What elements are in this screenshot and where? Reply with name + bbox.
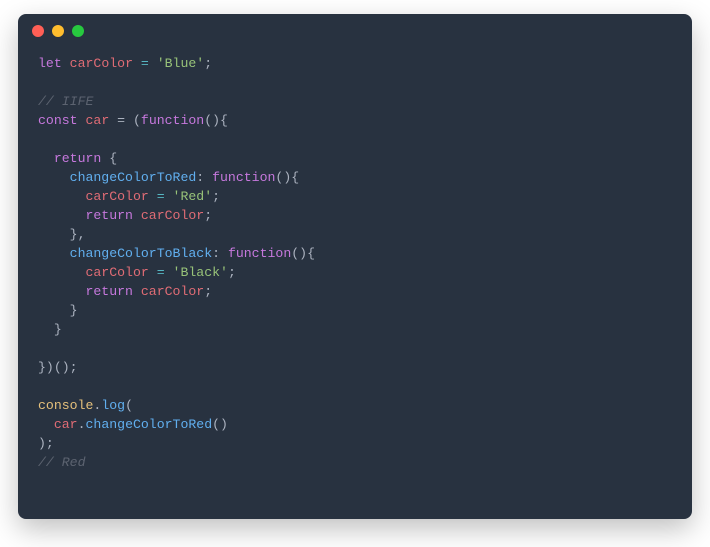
method-changeColorToRed: changeColorToRed: [70, 170, 197, 185]
comment-iife: // IIFE: [38, 94, 93, 109]
keyword-let: let: [38, 56, 62, 71]
keyword-return: return: [54, 151, 101, 166]
semicolon: ;: [228, 265, 236, 280]
punct: (){: [204, 113, 228, 128]
punct: (){: [291, 246, 315, 261]
punct: :: [212, 246, 228, 261]
punct: (: [125, 398, 133, 413]
semicolon: ;: [204, 284, 212, 299]
operator-eq: =: [133, 56, 157, 71]
keyword-function: function: [228, 246, 291, 261]
keyword-function: function: [212, 170, 275, 185]
space: [133, 284, 141, 299]
punct: (): [212, 417, 228, 432]
code-block: let carColor = 'Blue'; // IIFE const car…: [18, 48, 692, 519]
ident-carColor: carColor: [141, 284, 204, 299]
comment-output: // Red: [38, 455, 85, 470]
ident-carColor: carColor: [85, 189, 148, 204]
punct: (){: [275, 170, 299, 185]
operator-eq: =: [149, 189, 173, 204]
ident-car: car: [86, 113, 110, 128]
punct-close-iife: })();: [38, 360, 78, 375]
ident-carColor: carColor: [70, 56, 133, 71]
method-changeColorToRed: changeColorToRed: [86, 417, 213, 432]
punct-close: }: [54, 322, 62, 337]
operator-eq: =: [149, 265, 173, 280]
keyword-return: return: [85, 208, 132, 223]
editor-window: let carColor = 'Blue'; // IIFE const car…: [18, 14, 692, 519]
punct-close: );: [38, 436, 54, 451]
method-log: log: [101, 398, 125, 413]
semicolon: ;: [204, 56, 212, 71]
punct: :: [196, 170, 212, 185]
global-console: console: [38, 398, 93, 413]
keyword-function: function: [141, 113, 204, 128]
punct-dot: .: [78, 417, 86, 432]
ident-carColor: carColor: [141, 208, 204, 223]
maximize-icon[interactable]: [72, 25, 84, 37]
keyword-const: const: [38, 113, 78, 128]
semicolon: ;: [204, 208, 212, 223]
close-icon[interactable]: [32, 25, 44, 37]
method-changeColorToBlack: changeColorToBlack: [70, 246, 212, 261]
window-titlebar: [18, 14, 692, 48]
string-red: 'Red': [173, 189, 213, 204]
space: [133, 208, 141, 223]
string-black: 'Black': [173, 265, 228, 280]
ident-carColor: carColor: [85, 265, 148, 280]
keyword-return: return: [85, 284, 132, 299]
minimize-icon[interactable]: [52, 25, 64, 37]
string-blue: 'Blue': [157, 56, 204, 71]
punct: = (: [109, 113, 141, 128]
semicolon: ;: [212, 189, 220, 204]
punct-close: },: [70, 227, 86, 242]
punct-close: }: [70, 303, 78, 318]
punct: {: [101, 151, 117, 166]
ident-car: car: [54, 417, 78, 432]
